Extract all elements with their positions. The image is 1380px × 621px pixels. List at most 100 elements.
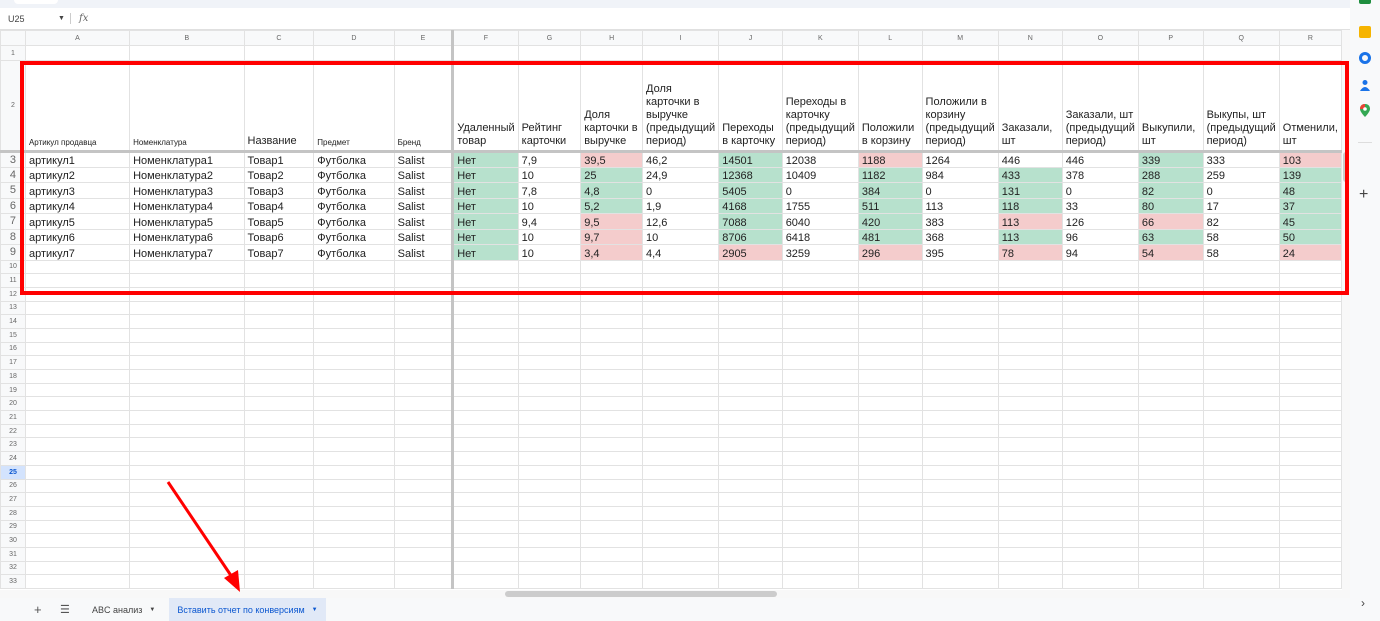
cell[interactable]: [781, 45, 859, 61]
column-title[interactable]: Положили в корзину (предыдущий период): [921, 60, 999, 153]
cell[interactable]: [129, 533, 245, 548]
cell[interactable]: [997, 478, 1063, 494]
cell[interactable]: [313, 382, 395, 398]
cell[interactable]: [1278, 286, 1342, 302]
cell[interactable]: [129, 410, 245, 425]
cell[interactable]: Нет: [452, 151, 519, 168]
cell[interactable]: [393, 314, 455, 329]
cell[interactable]: [129, 259, 245, 275]
cell[interactable]: [1061, 286, 1139, 302]
cell[interactable]: [857, 314, 923, 329]
cell[interactable]: [1202, 464, 1280, 480]
cell[interactable]: Футболка: [313, 244, 395, 261]
column-title[interactable]: Положили в корзину: [857, 60, 923, 153]
cell[interactable]: 45: [1278, 213, 1342, 230]
column-header-d[interactable]: D: [313, 30, 395, 46]
cell[interactable]: 446: [997, 151, 1063, 168]
cell[interactable]: [997, 355, 1063, 370]
cell[interactable]: [857, 369, 923, 384]
cell[interactable]: [452, 286, 519, 302]
cell[interactable]: [313, 410, 395, 425]
cell[interactable]: [781, 273, 859, 288]
cell[interactable]: [641, 574, 720, 589]
cell[interactable]: [313, 574, 395, 589]
name-box-dropdown-icon[interactable]: ▼: [58, 15, 70, 22]
column-header-g[interactable]: G: [517, 30, 582, 46]
cell[interactable]: [517, 300, 582, 316]
cell[interactable]: 8706: [718, 228, 783, 245]
cell[interactable]: [517, 546, 582, 562]
cell[interactable]: [393, 492, 455, 507]
spreadsheet-grid[interactable]: A B C D E F G H I J K L M N O P Q R 1 2 Артикул продавца Номе…: [0, 30, 1342, 590]
row-header-28[interactable]: 28: [0, 505, 26, 521]
cell[interactable]: [517, 259, 582, 275]
cell[interactable]: 96: [1061, 228, 1139, 245]
cell[interactable]: [1278, 423, 1342, 439]
cell[interactable]: [781, 259, 859, 275]
cell[interactable]: [24, 314, 131, 329]
cell[interactable]: 433: [997, 166, 1063, 183]
cell[interactable]: [718, 259, 783, 275]
cell[interactable]: [243, 533, 315, 548]
column-header-b[interactable]: B: [129, 30, 245, 46]
sheet-tab-conversions[interactable]: Вставить отчет по конверсиям ▼: [169, 598, 326, 621]
sheet-table[interactable]: A B C D E F G H I J K L M N O P Q R 1 2 Артикул продавца Номе…: [0, 30, 1342, 589]
cell[interactable]: Нет: [452, 228, 519, 245]
cell[interactable]: [452, 505, 519, 521]
cell[interactable]: [129, 505, 245, 521]
cell[interactable]: 383: [921, 213, 999, 230]
cell[interactable]: [1137, 396, 1204, 412]
cell[interactable]: [718, 423, 783, 439]
cell[interactable]: [393, 273, 455, 288]
row-header-16[interactable]: 16: [0, 341, 26, 357]
column-title[interactable]: Предмет: [313, 60, 395, 153]
cell[interactable]: [641, 492, 720, 507]
cell[interactable]: [1137, 423, 1204, 439]
cell[interactable]: [1061, 273, 1139, 288]
cell[interactable]: [243, 300, 315, 316]
cell[interactable]: [997, 519, 1063, 535]
cell[interactable]: Товар5: [243, 213, 315, 230]
cell[interactable]: Salist: [393, 182, 455, 199]
cell[interactable]: [24, 505, 131, 521]
cell[interactable]: [243, 437, 315, 453]
column-header-l[interactable]: L: [857, 30, 923, 46]
cell[interactable]: [517, 273, 582, 288]
cell[interactable]: 37: [1278, 197, 1342, 214]
cell[interactable]: [718, 492, 783, 507]
cell[interactable]: Товар7: [243, 244, 315, 261]
cell[interactable]: [580, 314, 643, 329]
cell[interactable]: [313, 327, 395, 343]
cell[interactable]: [313, 259, 395, 275]
cell[interactable]: [580, 505, 643, 521]
cell[interactable]: [1278, 492, 1342, 507]
cell[interactable]: [24, 560, 131, 576]
cell[interactable]: [517, 382, 582, 398]
cell[interactable]: [517, 574, 582, 589]
cell[interactable]: [1137, 492, 1204, 507]
cell[interactable]: [393, 464, 455, 480]
cell[interactable]: 384: [857, 182, 923, 199]
cell[interactable]: [781, 451, 859, 466]
cell[interactable]: [718, 410, 783, 425]
horizontal-scrollbar[interactable]: [0, 590, 1350, 598]
cell[interactable]: [641, 478, 720, 494]
cell[interactable]: [313, 505, 395, 521]
column-title[interactable]: Выкупили, шт: [1137, 60, 1204, 153]
cell[interactable]: 9,4: [517, 213, 582, 230]
cell[interactable]: [641, 505, 720, 521]
cell[interactable]: [1137, 355, 1204, 370]
cell[interactable]: [1278, 546, 1342, 562]
cell[interactable]: 66: [1137, 213, 1204, 230]
column-header-e[interactable]: E: [393, 30, 455, 46]
cell[interactable]: [1137, 369, 1204, 384]
cell[interactable]: [641, 560, 720, 576]
row-header-1[interactable]: 1: [0, 45, 26, 61]
cell[interactable]: Номенклатура2: [129, 166, 245, 183]
cell[interactable]: 339: [1137, 151, 1204, 168]
cell[interactable]: [1202, 574, 1280, 589]
cell[interactable]: [857, 437, 923, 453]
cell[interactable]: [517, 560, 582, 576]
cell[interactable]: [24, 492, 131, 507]
cell[interactable]: 5,2: [580, 197, 643, 214]
